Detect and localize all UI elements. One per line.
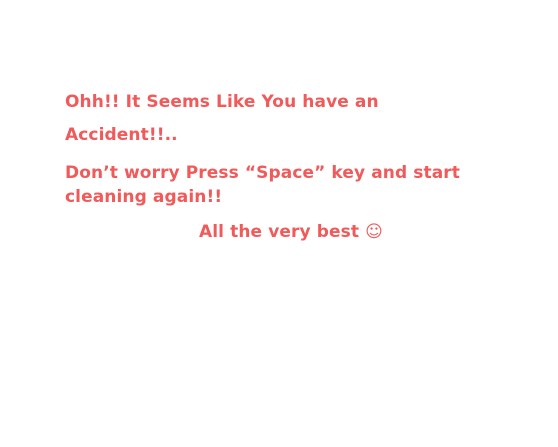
instruction-line-1: Don’t worry Press “Space” key and start [65, 163, 460, 183]
accident-message-line-2: Accident!!.. [65, 125, 178, 145]
instruction-line-2: cleaning again!! [65, 187, 223, 207]
game-over-screen: Ohh!! It Seems Like You have an Accident… [0, 0, 558, 447]
best-wishes-line: All the very best ☺ [199, 222, 383, 242]
accident-message-line-1: Ohh!! It Seems Like You have an [65, 92, 379, 112]
